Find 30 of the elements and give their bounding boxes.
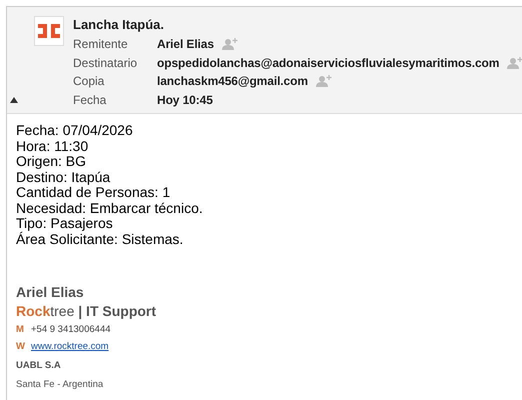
phone-number: +54 9 3413006444 <box>31 323 111 337</box>
signature-name: Ariel Elias <box>16 284 84 300</box>
contact-type-letter: M <box>16 323 25 337</box>
field-label: Destinatario <box>73 56 138 70</box>
field-label: Remitente <box>73 37 129 52</box>
add-contact-icon[interactable] <box>507 56 522 69</box>
contact-type-letter: W <box>16 340 26 354</box>
field-value: Ariel Elias <box>157 37 214 52</box>
field-label: Fecha <box>73 92 108 107</box>
body-text-line: Origen: BG <box>16 154 88 170</box>
body-text-line: Área Solicitante: Sistemas. <box>16 232 184 247</box>
signature-company: Rocktree | IT Support <box>16 303 156 319</box>
body-text-line: Hora: 11:30 <box>16 138 90 154</box>
field-value[interactable]: opspedidolanchas@adonaiserviciosfluvialesymaritimos.com <box>157 56 500 70</box>
field-value[interactable]: lanchaskm456@gmail.com <box>157 74 308 88</box>
add-contact-icon[interactable] <box>316 75 332 88</box>
body-text-line: Tipo: Pasajeros <box>16 216 114 232</box>
signature-location: Santa Fe - Argentina <box>16 379 104 390</box>
field-value: Hoy 10:45 <box>157 92 213 107</box>
add-contact-icon[interactable] <box>222 38 238 50</box>
sender-logo <box>34 16 64 46</box>
website-link[interactable]: www.rocktree.com <box>31 338 109 355</box>
body-text-line: Fecha: 07/04/2026 <box>16 123 134 138</box>
body-text-line: Necesidad: Embarcar técnico. <box>16 200 204 216</box>
body-text-line: Cantidad de Personas: 1 <box>16 185 172 200</box>
email-subject: Lancha Itapúa. <box>73 17 164 32</box>
field-label: Copia <box>73 74 106 88</box>
collapse-caret-icon[interactable] <box>10 96 18 105</box>
signature-organization: UABL S.A <box>16 360 61 371</box>
body-text-line: Destino: Itapúa <box>16 170 112 185</box>
